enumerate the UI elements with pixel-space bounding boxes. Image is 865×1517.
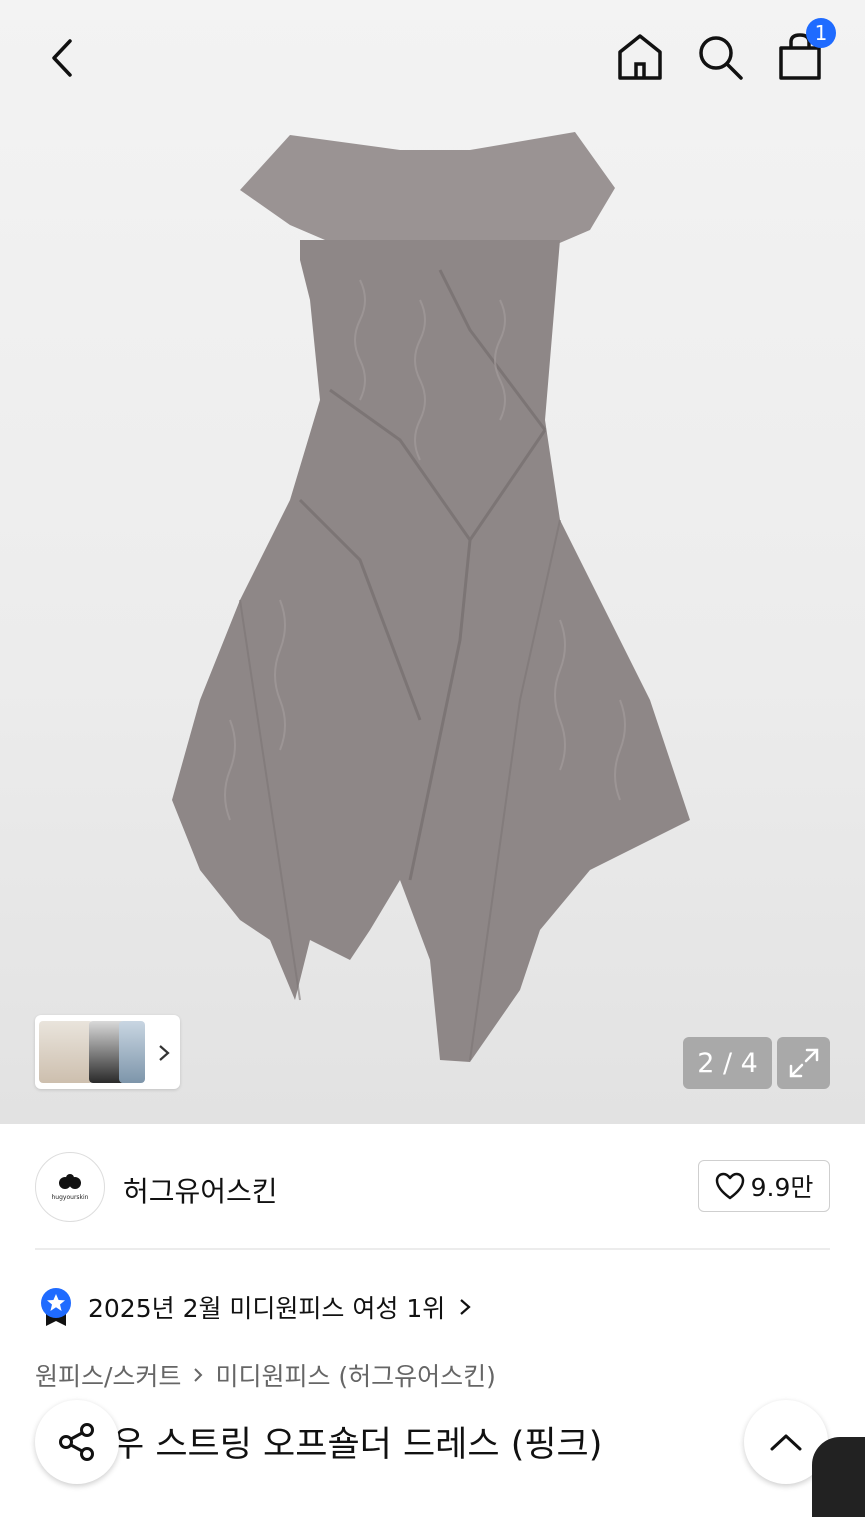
chevron-right-icon [194,1368,203,1382]
thumbnail-3[interactable] [119,1021,145,1083]
share-button[interactable] [35,1400,119,1484]
thumbnail-strip[interactable] [35,1015,180,1089]
thumbnail-1[interactable] [39,1021,93,1083]
ranking-link[interactable]: 2025년 2월 미디원피스 여성 1위 [38,1286,471,1328]
back-button[interactable] [38,34,86,82]
breadcrumb-category[interactable]: 원피스/스커트 [35,1357,181,1393]
chevron-up-icon [770,1434,802,1451]
brand-logo-mark [59,1173,81,1189]
brand-logo-text: hugyourskin [51,1193,89,1201]
search-button[interactable] [694,30,746,84]
expand-button[interactable] [777,1037,830,1089]
home-icon [618,34,662,80]
like-button[interactable]: 9.9만 [698,1160,830,1212]
image-counter: 2 / 4 [683,1037,772,1089]
product-image-gallery[interactable]: 1 2 / 4 [0,0,865,1124]
cart-button[interactable]: 1 [774,18,836,84]
share-icon [59,1423,94,1461]
brand-name[interactable]: 허그유어스킨 [123,1170,278,1210]
brand-row: hugyourskin 허그유어스킨 9.9만 [35,1150,830,1222]
ranking-text: 2025년 2월 미디원피스 여성 1위 [88,1294,446,1323]
divider [35,1248,830,1250]
product-title: 우 스트링 오프숄더 드레스 (핑크) [112,1425,603,1465]
chevron-left-icon [52,39,72,77]
chevron-right-icon [159,1045,170,1061]
breadcrumb: 원피스/스커트 미디원피스 (허그유어스킨) [35,1357,496,1393]
breadcrumb-subcategory[interactable]: 미디원피스 (허그유어스킨) [215,1357,495,1393]
brand-logo[interactable]: hugyourskin [35,1152,105,1222]
like-count: 9.9만 [750,1173,814,1202]
chevron-right-icon [460,1299,471,1315]
ranking-badge-icon [41,1288,71,1326]
search-icon [699,36,743,80]
home-button[interactable] [614,30,666,84]
product-image [172,132,690,1062]
expand-icon [789,1048,818,1078]
heart-icon [715,1172,744,1200]
cart-count-badge: 1 [806,18,836,48]
corner-tab[interactable] [812,1437,865,1517]
